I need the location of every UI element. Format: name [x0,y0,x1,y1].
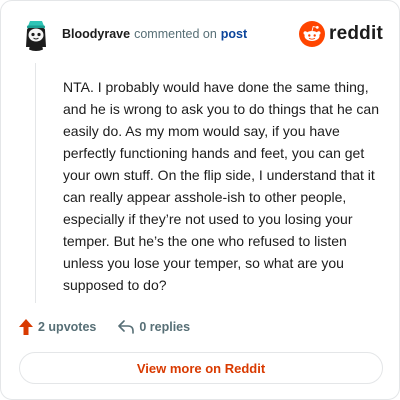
comment-header: Bloodyrave commented on post reddit [19,17,383,51]
comment-embed-card: Bloodyrave commented on post reddit NTA. I… [0,0,400,400]
snoo-avatar-icon [19,17,53,51]
reply-arrow-icon [118,320,135,334]
reply-count: 0 replies [139,320,191,334]
thread-line [35,63,36,303]
upvote-count: 2 upvotes [38,320,97,334]
reply-button[interactable]: 0 replies [118,320,190,334]
post-link[interactable]: post [221,27,247,41]
upvote-button[interactable]: 2 upvotes [19,319,96,335]
view-more-on-reddit-button[interactable]: View more on Reddit [19,352,383,384]
comment-body: NTA. I probably would have done the same… [63,79,379,293]
comment-actions: 2 upvotes 0 replies [19,317,190,337]
username[interactable]: Bloodyrave [62,27,130,41]
user-avatar[interactable] [19,17,53,51]
reddit-snoo-logo-icon [299,21,326,47]
comment-meta: Bloodyrave commented on post [62,27,247,41]
upvote-arrow-icon [19,319,33,335]
reddit-wordmark: reddit [329,23,383,44]
reddit-logo[interactable]: reddit [299,21,383,47]
action-text: commented on [134,27,217,41]
